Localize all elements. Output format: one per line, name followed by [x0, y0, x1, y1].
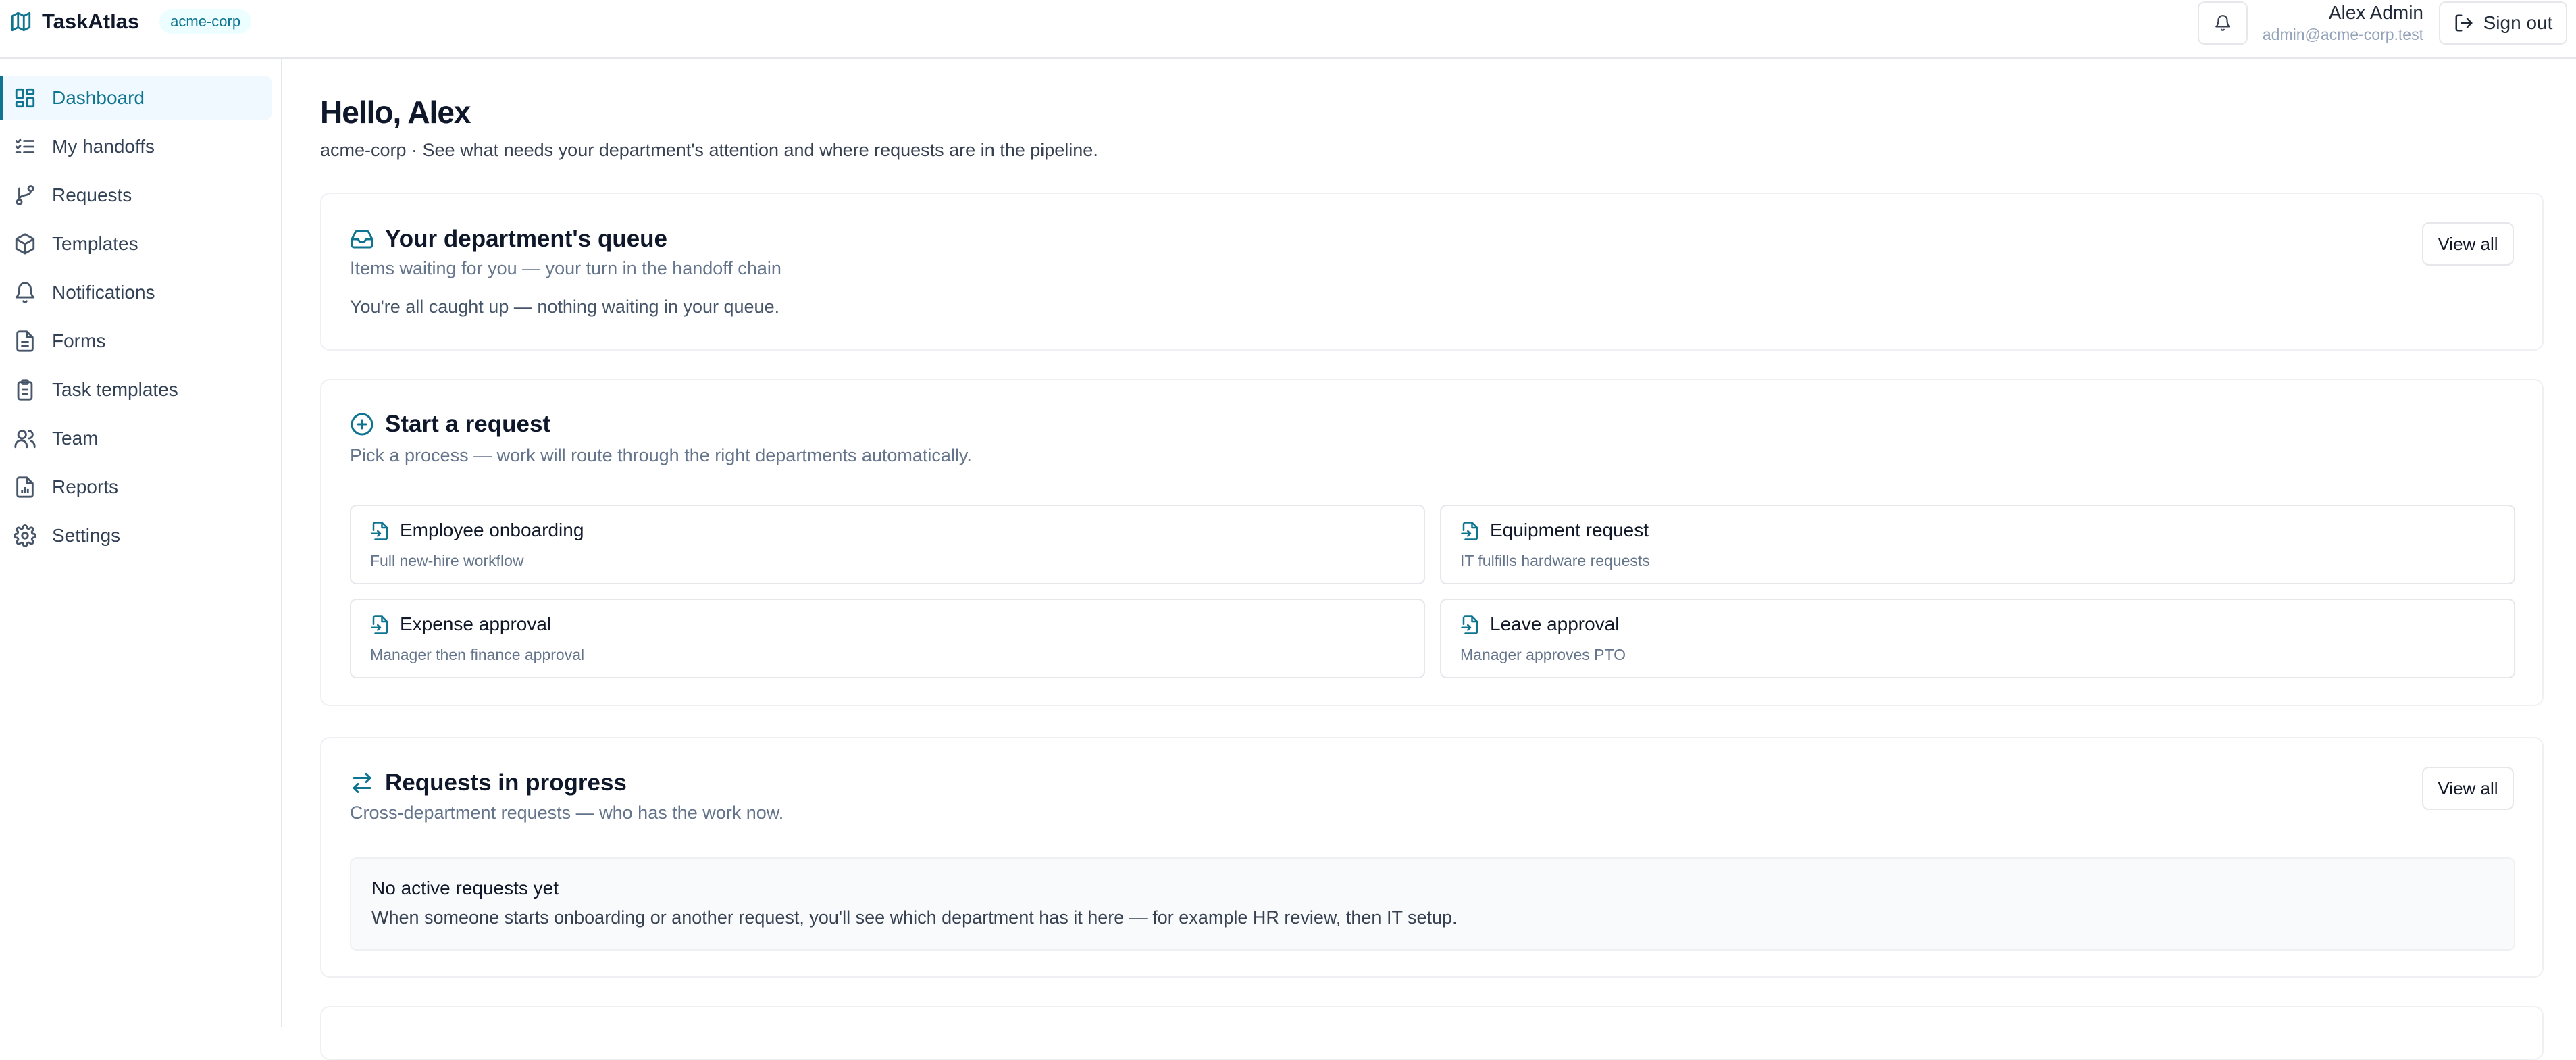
queue-empty-message: You're all caught up — nothing waiting i… [350, 297, 780, 317]
users-icon [14, 427, 36, 450]
next-section-card [320, 1006, 2544, 1060]
git-branch-icon [14, 184, 36, 207]
user-email: admin@acme-corp.test [2262, 26, 2423, 43]
document-icon [14, 330, 36, 353]
requests-in-progress-card: Requests in progress Cross-department re… [320, 737, 2544, 978]
process-name: Expense approval [400, 613, 552, 634]
process-name: Employee onboarding [400, 520, 584, 540]
sidebar-item-label: Task templates [52, 379, 178, 400]
sidebar-item-label: Requests [52, 184, 132, 205]
sidebar: Dashboard My handoffs Requests Templates… [0, 59, 282, 1027]
process-name: Leave approval [1490, 613, 1620, 634]
process-name: Equipment request [1490, 520, 1649, 540]
sidebar-item-templates[interactable]: Templates [0, 222, 272, 266]
brand[interactable]: TaskAtlas acme-corp [9, 9, 252, 34]
top-bar: TaskAtlas acme-corp Alex Admin admin@acm… [0, 0, 2576, 59]
sidebar-item-label: Settings [52, 525, 121, 546]
file-input-icon [370, 521, 390, 541]
sidebar-item-dashboard[interactable]: Dashboard [0, 76, 272, 120]
page-subtitle: acme-corp · See what needs your departme… [320, 140, 1098, 160]
inbox-icon [350, 227, 374, 251]
map-icon [9, 10, 32, 33]
progress-title: Requests in progress [385, 769, 627, 796]
report-icon [14, 476, 36, 499]
sidebar-item-reports[interactable]: Reports [0, 465, 272, 509]
clipboard-icon [14, 378, 36, 401]
sidebar-item-label: Notifications [52, 282, 155, 303]
arrows-exchange-icon [350, 771, 374, 795]
file-input-icon [370, 615, 390, 635]
plus-circle-icon [350, 412, 374, 436]
queue-title: Your department's queue [385, 226, 668, 252]
sidebar-item-label: Dashboard [52, 87, 145, 108]
file-input-icon [1460, 615, 1480, 635]
process-description: Full new-hire workflow [370, 552, 524, 570]
sign-out-label: Sign out [2483, 12, 2553, 33]
app-name: TaskAtlas [42, 9, 140, 33]
process-card-employee-onboarding[interactable]: Employee onboarding Full new-hire workfl… [350, 505, 1425, 584]
dashboard-icon [14, 86, 36, 109]
user-info: Alex Admin admin@acme-corp.test [2263, 1, 2423, 45]
queue-card-title: Your department's queue [350, 226, 667, 253]
start-card-title: Start a request [350, 411, 550, 438]
empty-state-text: When someone starts onboarding or anothe… [371, 907, 1458, 928]
start-description: Pick a process — work will route through… [350, 445, 972, 465]
sidebar-item-notifications[interactable]: Notifications [0, 270, 272, 315]
progress-card-title: Requests in progress [350, 769, 627, 797]
log-out-icon [2454, 13, 2474, 33]
process-card-expense-approval[interactable]: Expense approval Manager then finance ap… [350, 599, 1425, 678]
sidebar-item-settings[interactable]: Settings [0, 513, 272, 558]
sign-out-button[interactable]: Sign out [2439, 1, 2567, 45]
org-badge: acme-corp [159, 9, 252, 34]
process-description: IT fulfills hardware requests [1460, 552, 1650, 570]
department-queue-card: Your department's queue Items waiting fo… [320, 193, 2544, 351]
gear-icon [14, 524, 36, 547]
process-card-equipment-request[interactable]: Equipment request IT fulfills hardware r… [1440, 505, 2515, 584]
bell-icon [14, 281, 36, 304]
sidebar-item-label: My handoffs [52, 136, 155, 157]
file-input-icon [1460, 521, 1480, 541]
process-card-leave-approval[interactable]: Leave approval Manager approves PTO [1440, 599, 2515, 678]
start-title: Start a request [385, 411, 551, 437]
queue-view-all-button[interactable]: View all [2422, 222, 2514, 266]
sidebar-item-label: Forms [52, 330, 106, 351]
sidebar-item-label: Templates [52, 233, 138, 254]
start-request-card: Start a request Pick a process — work wi… [320, 379, 2544, 706]
empty-state-title: No active requests yet [371, 878, 559, 899]
queue-description: Items waiting for you — your turn in the… [350, 258, 781, 278]
progress-description: Cross-department requests — who has the … [350, 803, 784, 823]
notifications-button[interactable] [2198, 1, 2248, 45]
user-name: Alex Admin [2328, 2, 2423, 23]
sidebar-item-label: Reports [52, 476, 119, 497]
empty-state: No active requests yet When someone star… [350, 857, 2515, 951]
progress-view-all-button[interactable]: View all [2422, 767, 2514, 810]
page-title: Hello, Alex [320, 95, 471, 130]
process-description: Manager approves PTO [1460, 646, 1626, 663]
sidebar-item-team[interactable]: Team [0, 416, 272, 461]
sidebar-item-task-templates[interactable]: Task templates [0, 368, 272, 412]
process-description: Manager then finance approval [370, 646, 585, 663]
box-icon [14, 232, 36, 255]
sidebar-item-requests[interactable]: Requests [0, 173, 272, 218]
sidebar-item-label: Team [52, 428, 99, 449]
bell-icon [2214, 14, 2232, 32]
sidebar-item-forms[interactable]: Forms [0, 319, 272, 363]
list-checks-icon [14, 135, 36, 158]
sidebar-item-my-handoffs[interactable]: My handoffs [0, 124, 272, 169]
